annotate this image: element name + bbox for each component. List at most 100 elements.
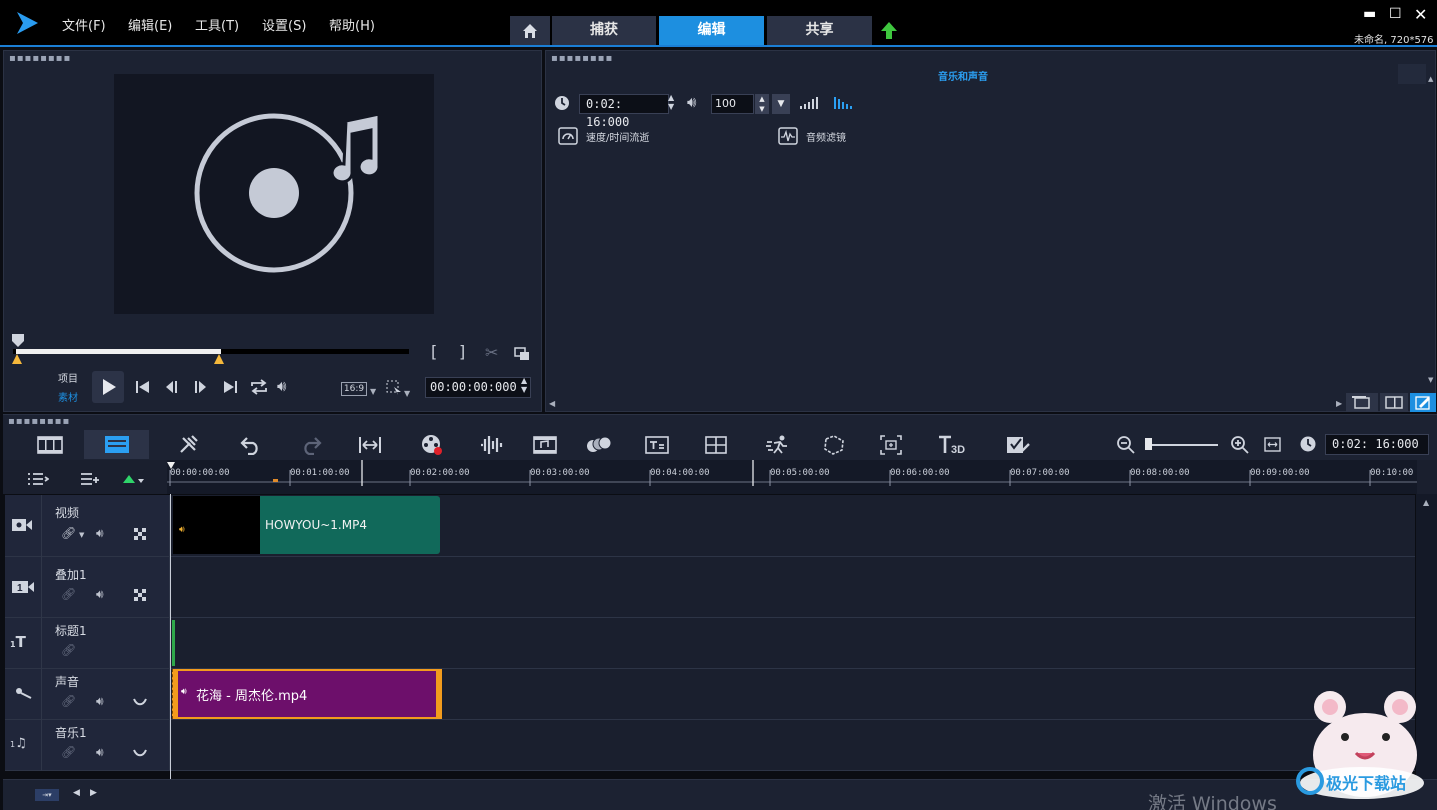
timeline-playhead[interactable]: [170, 494, 171, 779]
video-track-icon[interactable]: [11, 517, 33, 533]
maximize-button[interactable]: ☐: [1389, 6, 1402, 22]
close-button[interactable]: ✕: [1414, 5, 1427, 24]
zoom-in-icon[interactable]: [1230, 435, 1250, 455]
enlarge-preview-icon[interactable]: [514, 347, 530, 361]
audio-filter-button[interactable]: 音频滤镜: [806, 129, 846, 144]
link-icon[interactable]: 🔗︎: [61, 745, 76, 759]
duration-spinner[interactable]: ▲ ▼: [668, 93, 674, 111]
video-clip[interactable]: HOWYOU~1.MP4: [260, 496, 440, 554]
options-scroll-up[interactable]: ▲: [1428, 75, 1433, 83]
tab-capture[interactable]: 捕获: [552, 16, 656, 45]
menu-tools[interactable]: 工具(T): [195, 15, 239, 34]
scissors-icon[interactable]: ✂: [485, 343, 498, 362]
view-library-button[interactable]: [1346, 393, 1378, 412]
volume-icon[interactable]: 🔊︎: [277, 377, 286, 395]
track-mute-icon[interactable]: 🔊︎: [96, 745, 104, 760]
tools-icon[interactable]: [178, 433, 200, 455]
timeline-view-button[interactable]: [84, 430, 149, 459]
video-clip-thumbnail[interactable]: 🔊︎: [173, 496, 260, 554]
link-icon[interactable]: 🔗︎: [61, 643, 76, 657]
music-track-icon[interactable]: 1♫: [10, 736, 27, 751]
options-scroll-right[interactable]: ▶: [1336, 399, 1342, 408]
timecode-display[interactable]: 00:00:00:000: [425, 377, 531, 398]
timeline-duration[interactable]: 0:02: 16:000: [1325, 434, 1429, 455]
motion-tracking-icon[interactable]: [585, 435, 613, 455]
add-track-icon[interactable]: [122, 473, 146, 485]
track-mute-icon[interactable]: 🔊︎: [96, 587, 104, 602]
track-manager-icon[interactable]: [27, 472, 49, 486]
options-section-title[interactable]: 音乐和声音: [938, 68, 988, 83]
redo-icon[interactable]: [300, 435, 322, 455]
skip-end-icon[interactable]: [221, 379, 239, 395]
upload-icon[interactable]: [879, 21, 899, 41]
view-options-button[interactable]: [1410, 393, 1436, 412]
aspect-ratio-button[interactable]: 16:9: [341, 382, 367, 396]
overlay-track-icon[interactable]: 1: [11, 579, 35, 595]
repeat-icon[interactable]: [249, 378, 269, 396]
minimize-button[interactable]: ▬: [1363, 6, 1376, 22]
sound-mixer-icon[interactable]: [479, 435, 503, 455]
speed-remap-icon[interactable]: [765, 434, 791, 456]
step-back-icon[interactable]: [164, 379, 182, 395]
track-video[interactable]: 视频 🔗︎ ▼ 🔊︎ 🔊︎ HOWYOU~1.MP4: [5, 495, 1415, 557]
subtitle-editor-icon[interactable]: [644, 434, 670, 456]
transparency-icon[interactable]: [133, 527, 147, 541]
track-overlay[interactable]: 1 叠加1 🔗︎ 🔊︎: [5, 557, 1415, 618]
painting-creator-icon[interactable]: [1005, 434, 1031, 456]
multi-camera-icon[interactable]: [704, 435, 728, 455]
timecode-spinner[interactable]: ▲ ▼: [521, 376, 527, 394]
trim-end-handle[interactable]: [214, 354, 224, 364]
speed-timelapse-button[interactable]: 速度/时间流逝: [586, 129, 649, 144]
play-button[interactable]: [92, 371, 124, 403]
fade-out-icon[interactable]: [833, 96, 855, 110]
link-icon[interactable]: 🔗︎: [61, 587, 76, 601]
volume-spinner[interactable]: ▲ ▼: [755, 94, 769, 114]
speed-icon[interactable]: [558, 127, 578, 145]
trim-start-handle[interactable]: [12, 354, 22, 364]
title-track-icon[interactable]: 1T: [10, 633, 26, 651]
link-icon[interactable]: 🔗︎: [61, 526, 76, 540]
menu-help[interactable]: 帮助(H): [329, 15, 375, 34]
zoom-out-icon[interactable]: [1116, 435, 1136, 455]
mask-creator-icon[interactable]: [821, 434, 847, 456]
track-mute-icon[interactable]: 🔊︎: [96, 694, 104, 709]
panel-grip[interactable]: ▪▪▪▪▪▪▪▪: [9, 54, 71, 64]
audio-filter-icon[interactable]: [778, 127, 798, 145]
volume-dropdown[interactable]: ▼: [772, 94, 790, 114]
audio-ducking-icon[interactable]: [133, 748, 147, 758]
project-mode-label[interactable]: 项目: [58, 370, 78, 385]
fade-in-icon[interactable]: [799, 96, 821, 110]
zoom-slider[interactable]: [1148, 444, 1218, 446]
clip-trim-end[interactable]: [436, 669, 442, 719]
options-scroll-down[interactable]: ▼: [1428, 376, 1433, 384]
tab-edit[interactable]: 编辑: [659, 16, 764, 45]
skip-start-icon[interactable]: [134, 379, 152, 395]
undo-icon[interactable]: [240, 435, 262, 455]
link-icon[interactable]: 🔗︎: [61, 694, 76, 708]
aspect-dropdown-icon[interactable]: ▼: [370, 387, 376, 396]
track-music[interactable]: 1♫ 音乐1 🔗︎ 🔊︎: [5, 720, 1415, 771]
3d-title-editor-icon[interactable]: 3D: [937, 434, 969, 456]
chapter-marker-icon[interactable]: [79, 472, 101, 486]
mark-out-button[interactable]: ]: [459, 342, 465, 361]
tab-share[interactable]: 共享: [767, 16, 872, 45]
options-scroll-left[interactable]: ◀: [549, 399, 555, 408]
record-capture-icon[interactable]: [420, 433, 444, 457]
audio-clip[interactable]: 🔊︎ 花海 - 周杰伦.mp4: [172, 669, 442, 719]
fit-project-icon[interactable]: [357, 435, 383, 455]
hscroll-right[interactable]: ▶: [90, 788, 97, 798]
mark-in-button[interactable]: [: [431, 342, 437, 361]
track-title[interactable]: 1T 标题1 🔗︎: [5, 618, 1415, 669]
options-grip[interactable]: ▪▪▪▪▪▪▪▪: [551, 54, 613, 64]
fit-timeline-icon[interactable]: [1264, 436, 1282, 454]
auto-music-icon[interactable]: [532, 434, 558, 456]
step-forward-icon[interactable]: [191, 379, 209, 395]
playhead-marker[interactable]: [11, 333, 25, 349]
timeline-grip[interactable]: ▪▪▪▪▪▪▪▪: [8, 417, 70, 427]
hscroll-left[interactable]: ◀: [73, 788, 80, 798]
menu-file[interactable]: 文件(F): [62, 15, 106, 34]
transparency-icon[interactable]: [133, 588, 147, 602]
crop-dropdown-icon[interactable]: ▼: [404, 389, 410, 398]
view-split-button[interactable]: [1380, 393, 1408, 412]
track-mute-icon[interactable]: 🔊︎: [96, 526, 104, 541]
